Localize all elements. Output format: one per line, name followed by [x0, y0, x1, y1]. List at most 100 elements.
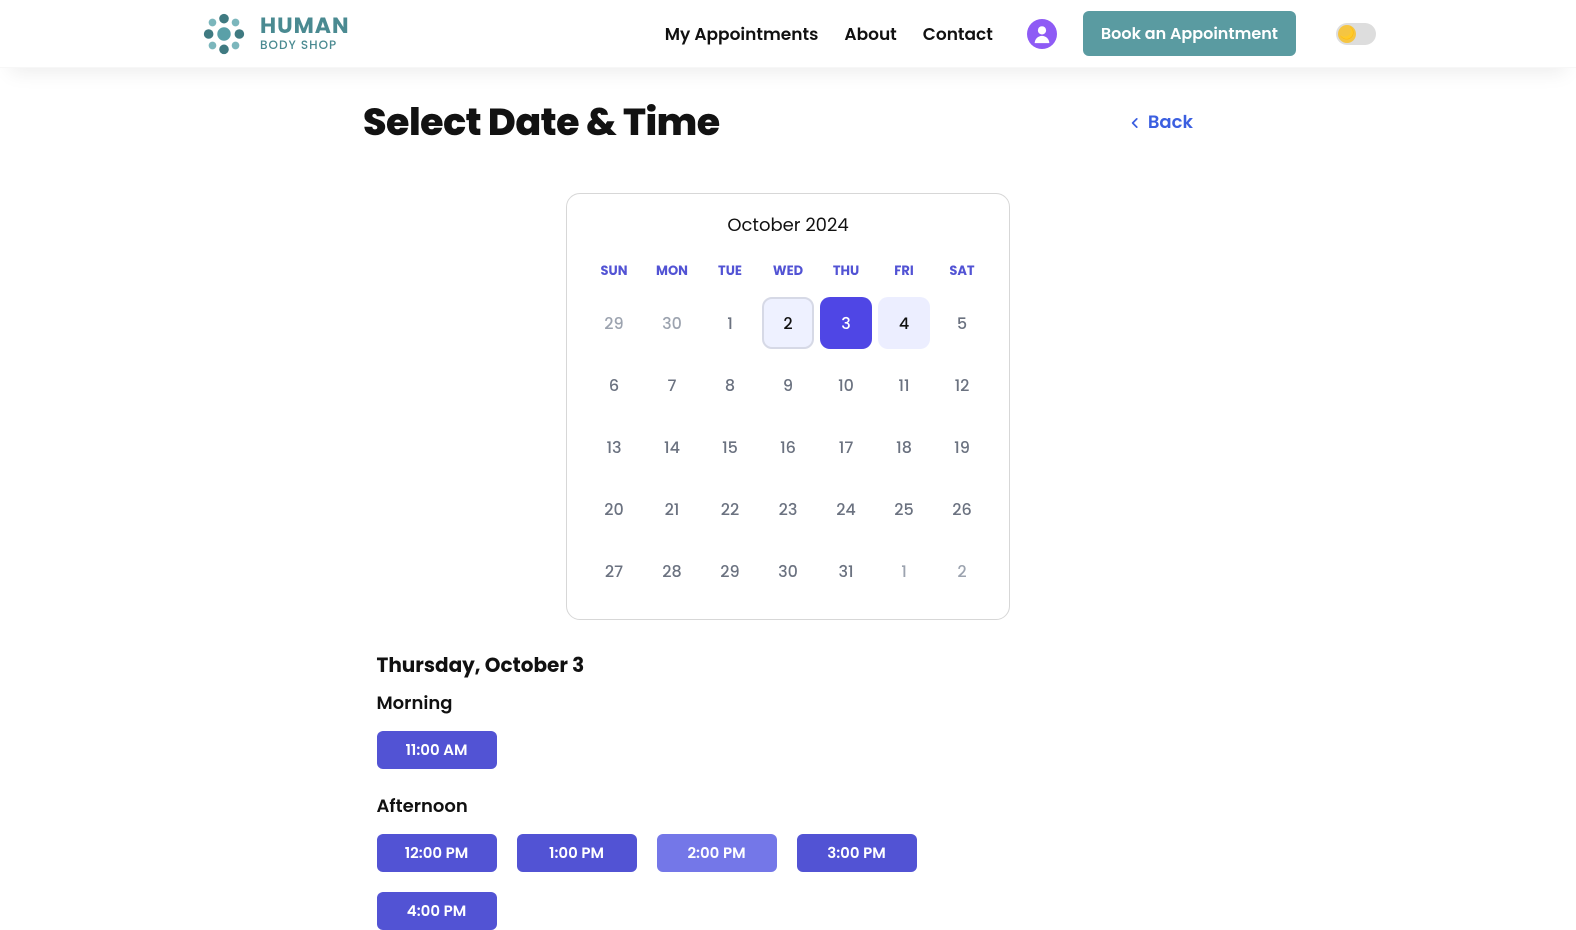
nav-my-appointments[interactable]: My Appointments: [665, 21, 819, 47]
calendar-date-cell: 27: [585, 545, 643, 597]
calendar: October 2024 SUNMONTUEWEDTHUFRISAT 29301…: [566, 193, 1010, 620]
moon-icon: 🌙: [1338, 25, 1356, 43]
calendar-date[interactable]: 7: [646, 359, 698, 411]
calendar-date[interactable]: 25: [878, 483, 930, 535]
calendar-date[interactable]: 30: [762, 545, 814, 597]
calendar-date[interactable]: 27: [588, 545, 640, 597]
nav-about[interactable]: About: [844, 21, 896, 47]
calendar-date[interactable]: 2: [936, 545, 988, 597]
selected-date-label: Thursday, October 3: [377, 650, 1042, 680]
calendar-date-cell: 17: [817, 421, 875, 473]
calendar-dow: MON: [643, 261, 701, 281]
brand-text: HUMAN BODY SHOP: [260, 15, 350, 52]
calendar-date[interactable]: 23: [762, 483, 814, 535]
calendar-date[interactable]: 30: [646, 297, 698, 349]
calendar-dow: SUN: [585, 261, 643, 281]
calendar-date-cell: 10: [817, 359, 875, 411]
calendar-date-grid: 2930123456789101112131415161718192021222…: [585, 297, 991, 597]
book-appointment-button[interactable]: Book an Appointment: [1083, 11, 1296, 56]
calendar-date-cell: 12: [933, 359, 991, 411]
brand-line1: HUMAN: [260, 15, 350, 37]
calendar-date[interactable]: 6: [588, 359, 640, 411]
calendar-date-cell: 22: [701, 483, 759, 535]
calendar-date[interactable]: 24: [820, 483, 872, 535]
calendar-date[interactable]: 29: [588, 297, 640, 349]
calendar-date-cell: 29: [701, 545, 759, 597]
calendar-date-cell: 1: [701, 297, 759, 349]
time-slot-button[interactable]: 3:00 PM: [797, 834, 917, 872]
logo-icon: [200, 10, 248, 58]
calendar-dow: FRI: [875, 261, 933, 281]
calendar-date-cell: 31: [817, 545, 875, 597]
calendar-date-cell: 8: [701, 359, 759, 411]
calendar-date[interactable]: 1: [878, 545, 930, 597]
calendar-date[interactable]: 12: [936, 359, 988, 411]
time-slot-button[interactable]: 11:00 AM: [377, 731, 497, 769]
app-header: HUMAN BODY SHOP My Appointments About Co…: [0, 0, 1576, 68]
user-avatar[interactable]: [1027, 19, 1057, 49]
calendar-date[interactable]: 3: [820, 297, 872, 349]
calendar-date[interactable]: 22: [704, 483, 756, 535]
calendar-dow: TUE: [701, 261, 759, 281]
calendar-date[interactable]: 14: [646, 421, 698, 473]
calendar-date[interactable]: 10: [820, 359, 872, 411]
time-slot-button[interactable]: 1:00 PM: [517, 834, 637, 872]
calendar-date-cell: 28: [643, 545, 701, 597]
back-button[interactable]: Back: [1128, 109, 1193, 136]
brand-logo[interactable]: HUMAN BODY SHOP: [200, 10, 350, 58]
calendar-date[interactable]: 21: [646, 483, 698, 535]
calendar-date-cell: 2: [759, 297, 817, 349]
time-slot-button[interactable]: 12:00 PM: [377, 834, 497, 872]
calendar-date-cell: 29: [585, 297, 643, 349]
calendar-dow-row: SUNMONTUEWEDTHUFRISAT: [585, 261, 991, 281]
calendar-date-cell: 6: [585, 359, 643, 411]
calendar-date[interactable]: 1: [704, 297, 756, 349]
time-slot-button[interactable]: 2:00 PM: [657, 834, 777, 872]
afternoon-label: Afternoon: [377, 793, 1042, 820]
calendar-date-cell: 11: [875, 359, 933, 411]
calendar-date-cell: 1: [875, 545, 933, 597]
calendar-date[interactable]: 16: [762, 421, 814, 473]
calendar-date[interactable]: 18: [878, 421, 930, 473]
page-title: Select Date & Time: [363, 94, 720, 151]
calendar-date[interactable]: 29: [704, 545, 756, 597]
calendar-date[interactable]: 8: [704, 359, 756, 411]
calendar-dow: SAT: [933, 261, 991, 281]
calendar-date[interactable]: 4: [878, 297, 930, 349]
calendar-date[interactable]: 20: [588, 483, 640, 535]
calendar-month-label: October 2024: [585, 212, 991, 239]
calendar-date-cell: 20: [585, 483, 643, 535]
main-nav: My Appointments About Contact Book an Ap…: [665, 11, 1376, 56]
calendar-date-cell: 30: [643, 297, 701, 349]
back-label: Back: [1148, 109, 1193, 136]
calendar-date[interactable]: 28: [646, 545, 698, 597]
afternoon-slot-row: 12:00 PM 1:00 PM 2:00 PM 3:00 PM 4:00 PM: [377, 834, 1042, 930]
user-icon: [1031, 23, 1053, 45]
morning-label: Morning: [377, 690, 1042, 717]
calendar-date[interactable]: 5: [936, 297, 988, 349]
nav-contact[interactable]: Contact: [923, 21, 993, 47]
calendar-date[interactable]: 17: [820, 421, 872, 473]
calendar-date-cell: 18: [875, 421, 933, 473]
calendar-date-cell: 21: [643, 483, 701, 535]
calendar-date-cell: 26: [933, 483, 991, 535]
calendar-date[interactable]: 19: [936, 421, 988, 473]
theme-toggle[interactable]: 🌙: [1336, 23, 1376, 45]
calendar-date[interactable]: 9: [762, 359, 814, 411]
calendar-date[interactable]: 11: [878, 359, 930, 411]
page-header-row: Select Date & Time Back: [363, 94, 1193, 151]
calendar-date-cell: 9: [759, 359, 817, 411]
calendar-date[interactable]: 2: [762, 297, 814, 349]
calendar-date-cell: 30: [759, 545, 817, 597]
calendar-date[interactable]: 31: [820, 545, 872, 597]
time-slot-button[interactable]: 4:00 PM: [377, 892, 497, 930]
calendar-date[interactable]: 15: [704, 421, 756, 473]
calendar-date-cell: 24: [817, 483, 875, 535]
calendar-date-cell: 3: [817, 297, 875, 349]
calendar-date-cell: 2: [933, 545, 991, 597]
calendar-date-cell: 13: [585, 421, 643, 473]
calendar-date[interactable]: 13: [588, 421, 640, 473]
brand-line2: BODY SHOP: [260, 40, 350, 52]
calendar-dow: WED: [759, 261, 817, 281]
calendar-date[interactable]: 26: [936, 483, 988, 535]
